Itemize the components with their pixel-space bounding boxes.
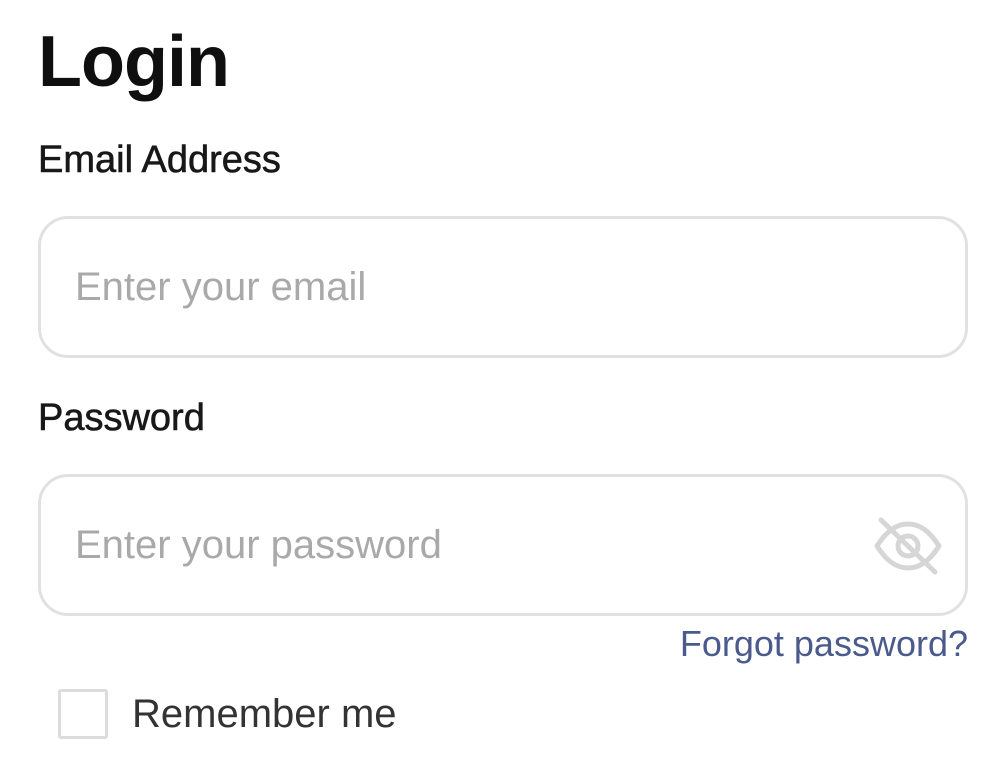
- eye-off-icon[interactable]: [873, 515, 943, 577]
- remember-me-checkbox[interactable]: [58, 689, 108, 739]
- password-field-container[interactable]: [38, 474, 968, 616]
- remember-me-option[interactable]: Remember me: [58, 686, 397, 742]
- forgot-password-link[interactable]: Forgot password?: [680, 622, 968, 666]
- password-input[interactable]: [75, 477, 875, 613]
- email-label: Email Address: [38, 139, 281, 182]
- page-title: Login: [38, 22, 230, 102]
- email-input[interactable]: [75, 219, 875, 355]
- password-label: Password: [38, 397, 205, 440]
- login-form: Login Email Address Password Forgot pass…: [38, 0, 968, 777]
- email-field-container[interactable]: [38, 216, 968, 358]
- remember-me-label: Remember me: [132, 692, 397, 736]
